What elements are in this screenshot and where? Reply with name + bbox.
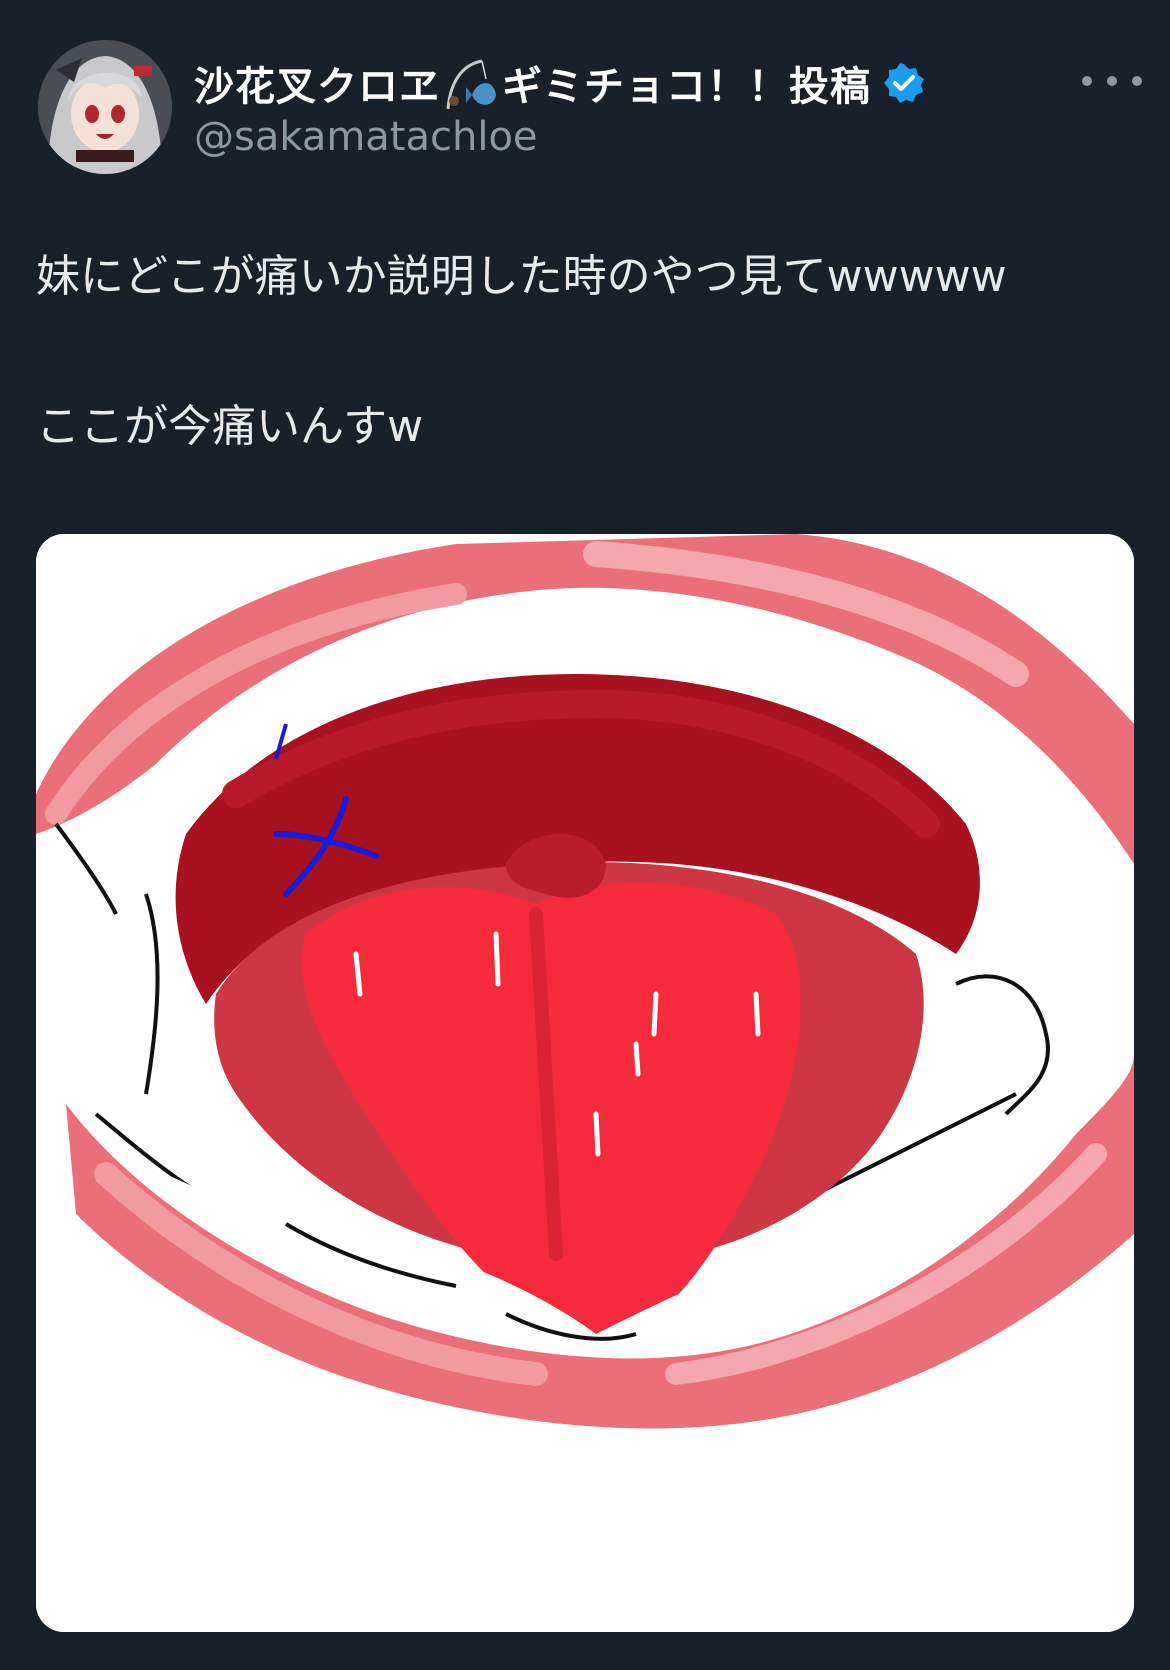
- tweet-media-image[interactable]: [36, 534, 1134, 1632]
- verified-badge-icon: [883, 62, 925, 104]
- display-name-part2[interactable]: ギミチョコ！！投稿: [502, 54, 871, 112]
- avatar[interactable]: [38, 40, 172, 174]
- avatar-image: [38, 40, 172, 174]
- mouth-drawing-image: [36, 534, 1134, 1632]
- fishing-pole-fish-icon: [442, 55, 500, 111]
- tweet-text-line1: 妹にどこが痛いか説明した時のやつ見てwwwww: [36, 251, 1007, 302]
- display-name-row[interactable]: 沙花叉クロヱ ギミチョコ！！投稿: [194, 52, 925, 114]
- tweet-text-line2: ここが今痛いんすw: [36, 401, 424, 452]
- tweet-header: 沙花叉クロヱ ギミチョコ！！投稿 @sakamatachloe: [38, 40, 1142, 180]
- more-dot-icon: [1132, 76, 1142, 86]
- author-handle[interactable]: @sakamatachloe: [194, 114, 538, 160]
- display-name-part1[interactable]: 沙花叉クロヱ: [194, 54, 440, 112]
- more-dot-icon: [1082, 76, 1092, 86]
- more-dot-icon: [1107, 76, 1117, 86]
- tweet-body: 妹にどこが痛いか説明した時のやつ見てwwwww ここが今痛いんすw: [36, 248, 1136, 456]
- more-options-button[interactable]: [1082, 66, 1142, 96]
